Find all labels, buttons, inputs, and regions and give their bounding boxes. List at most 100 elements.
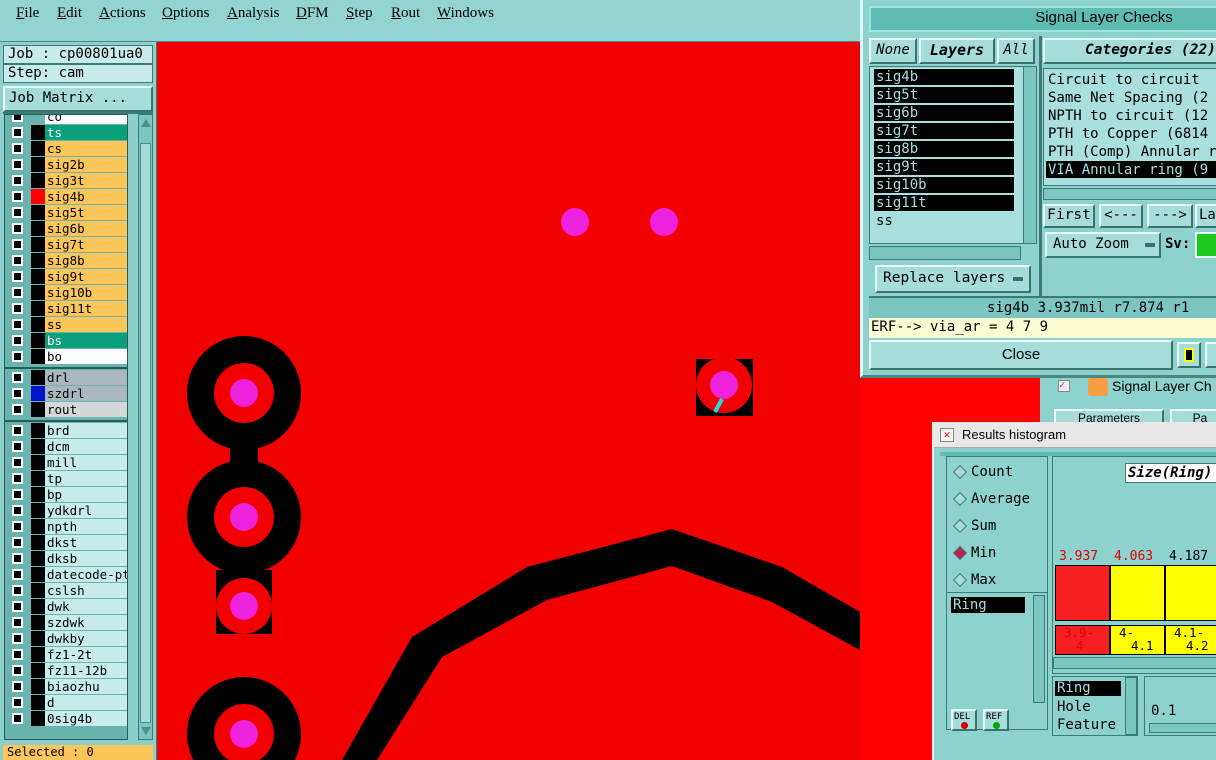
layer-row[interactable]: dwkby [7,631,127,647]
layer-row[interactable]: sig9t [7,269,127,285]
first-button[interactable]: First [1043,204,1095,228]
checkbox[interactable] [12,372,23,383]
layer-select-scrollbar[interactable] [1023,66,1037,244]
auto-zoom-dropdown[interactable]: Auto Zoom [1045,232,1161,258]
checkbox[interactable] [12,143,23,154]
menu-actions[interactable]: Actions [99,5,146,22]
checkbox[interactable] [12,425,23,436]
layer-row[interactable]: szdwk [7,615,127,631]
last-button[interactable]: La [1195,204,1216,228]
checkbox[interactable] [12,271,23,282]
layer-row[interactable]: sig5t [7,205,127,221]
checkbox[interactable] [12,115,23,122]
checkbox[interactable] [12,207,23,218]
categories-header[interactable]: Categories (22) [1043,38,1216,64]
layers-button[interactable]: Layers [919,38,995,64]
checkbox[interactable] [12,127,23,138]
radio-option-max[interactable]: Max [952,571,1047,591]
layer-row[interactable]: bp [7,487,127,503]
checkbox[interactable] [12,585,23,596]
layer-select-item[interactable]: sig9t [874,159,1014,175]
layer-row[interactable]: fz1-2t [7,647,127,663]
layer-row[interactable]: sig6b [7,221,127,237]
menu-edit[interactable]: Edit [57,5,82,22]
category-item[interactable]: Same Net Spacing (2 [1046,89,1216,106]
radio-option-sum[interactable]: Sum [952,517,1047,537]
layer-row[interactable]: ydkdrl [7,503,127,519]
none-button[interactable]: None [869,38,917,64]
layer-select-item[interactable]: sig8b [874,141,1014,157]
layer-row[interactable]: sig3t [7,173,127,189]
layer-select-item[interactable]: sig10b [874,177,1014,193]
layer-row[interactable]: sig11t [7,301,127,317]
checkbox[interactable] [12,617,23,628]
layer-row[interactable]: dksb [7,551,127,567]
layer-row[interactable]: tp [7,471,127,487]
close-button[interactable]: Close [869,340,1173,370]
prev-button[interactable]: <--- [1099,204,1143,228]
checkbox[interactable] [12,697,23,708]
category-item[interactable]: NPTH to circuit (12 [1046,107,1216,124]
layer-row[interactable]: d [7,695,127,711]
checkbox[interactable] [12,521,23,532]
checkbox[interactable] [12,175,23,186]
menu-rout[interactable]: Rout [391,5,420,22]
sv-color-button[interactable] [1195,232,1216,258]
extra-button[interactable] [1205,342,1216,368]
scroll-thumb[interactable] [140,143,151,723]
attr-item-ring[interactable]: Ring [1055,681,1121,696]
scroll-up-icon[interactable] [141,119,151,127]
histogram-bar[interactable] [1165,565,1216,621]
layer-row[interactable]: dwk [7,599,127,615]
layer-select-item[interactable]: sig5t [874,87,1014,103]
checkbox[interactable] [12,287,23,298]
layer-row[interactable]: sig7t [7,237,127,253]
scroll-down-icon[interactable] [141,727,151,735]
checkbox[interactable] [12,303,23,314]
layer-select-item[interactable]: sig6b [874,105,1014,121]
layer-row[interactable]: sig8b [7,253,127,269]
ring-list-scrollbar[interactable] [1033,595,1045,703]
checkbox[interactable] [12,388,23,399]
menu-file[interactable]: File [16,5,39,22]
checkbox[interactable] [12,319,23,330]
checkbox[interactable] [12,601,23,612]
layer-row[interactable]: biaozhu [7,679,127,695]
checkbox[interactable] [12,255,23,266]
checkbox[interactable] [12,649,23,660]
category-item[interactable]: Circuit to circuit [1046,71,1216,88]
job-matrix-button[interactable]: Job Matrix ... [3,86,153,112]
layer-select-item[interactable]: sig7t [874,123,1014,139]
checkbox[interactable] [12,457,23,468]
radio-option-min[interactable]: Min [952,544,1047,564]
checkbox[interactable] [12,404,23,415]
ring-list-item[interactable]: Ring [951,597,1025,613]
histogram-scrollbar[interactable] [1053,657,1216,669]
layer-row[interactable]: datecode-ptc [7,567,127,583]
layer-row[interactable]: mill [7,455,127,471]
step-slider[interactable] [1149,723,1216,733]
menu-step[interactable]: Step [346,5,373,22]
menu-windows[interactable]: Windows [437,5,494,22]
category-item[interactable]: PTH to Copper (6814 [1046,125,1216,142]
checkbox[interactable] [12,223,23,234]
layer-row[interactable]: npth [7,519,127,535]
checkbox[interactable] [12,351,23,362]
layer-row[interactable]: ss [7,317,127,333]
attr-scrollbar[interactable] [1125,677,1137,735]
menu-options[interactable]: Options [162,5,210,22]
checkbox[interactable] [12,553,23,564]
category-item[interactable]: PTH (Comp) Annular r [1046,143,1216,160]
menu-dfm[interactable]: DFM [296,5,329,22]
layer-row[interactable]: sig10b [7,285,127,301]
layer-row[interactable]: sig4b [7,189,127,205]
layer-row[interactable]: bo [7,349,127,365]
radio-option-count[interactable]: Count [952,463,1047,483]
layer-select-item[interactable]: sig11t [874,195,1014,211]
checkbox[interactable] [12,665,23,676]
checkbox[interactable] [12,713,23,724]
del-button[interactable]: DEL [951,709,977,731]
layer-row[interactable]: sig2b [7,157,127,173]
layer-row[interactable]: 0sig4b [7,711,127,727]
layer-row[interactable]: bs [7,333,127,349]
